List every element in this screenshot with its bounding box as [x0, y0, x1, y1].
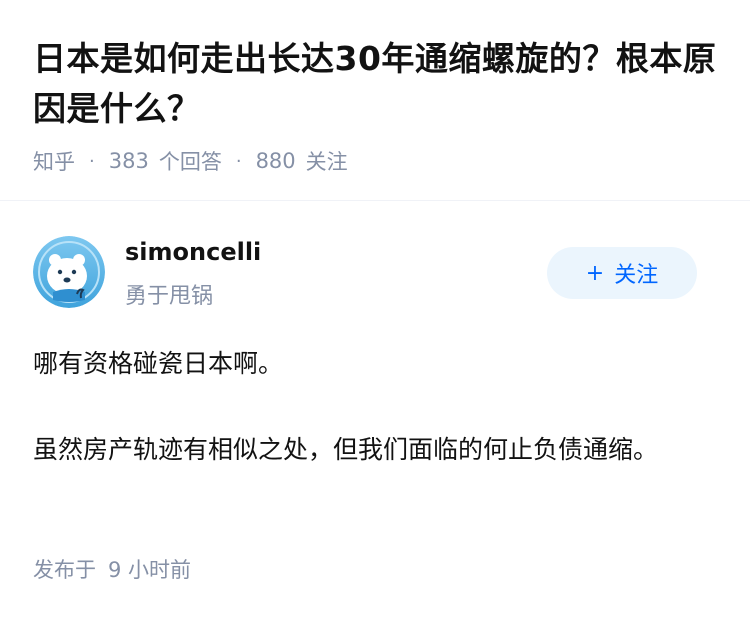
publish-time: 发布于 9 小时前 [33, 554, 191, 584]
separator-dot: · [235, 150, 242, 172]
followers-count: 880 [255, 149, 296, 173]
author-row: simoncelli 勇于甩锅 + 关注 [33, 236, 723, 316]
publish-time-value: 9 小时前 [108, 558, 192, 582]
answer-card: simoncelli 勇于甩锅 + 关注 哪有资格碰瓷日本啊。 虽然房产轨迹有相… [33, 236, 723, 512]
question-title[interactable]: 日本是如何走出长达30年通缩螺旋的？根本原因是什么？ [33, 34, 723, 134]
polar-bear-avatar-icon[interactable] [33, 236, 105, 308]
answer-paragraph: 哪有资格碰瓷日本啊。 [33, 349, 284, 378]
author-bio: 勇于甩锅 [125, 284, 214, 309]
author-name[interactable]: simoncelli [125, 238, 261, 266]
answer-paragraph: 虽然房产轨迹有相似之处，但我们面临的何止负债通缩。 [33, 435, 659, 464]
answers-count: 383 [108, 149, 149, 173]
publish-time-prefix: 发布于 [33, 558, 96, 582]
source-label[interactable]: 知乎 [33, 146, 75, 176]
follow-button[interactable]: + 关注 [547, 247, 697, 299]
question-meta: 知乎 · 383 个回答 · 880 关注 [33, 146, 723, 176]
question-header: 日本是如何走出长达30年通缩螺旋的？根本原因是什么？ 知乎 · 383 个回答 … [33, 34, 723, 176]
answer-content: 哪有资格碰瓷日本啊。 虽然房产轨迹有相似之处，但我们面临的何止负债通缩。 [33, 340, 723, 474]
follow-button-label: 关注 [614, 263, 659, 288]
followers-label[interactable]: 关注 [306, 146, 348, 176]
section-divider [0, 200, 750, 201]
plus-icon: + [585, 260, 605, 286]
separator-dot: · [89, 150, 95, 172]
answers-label[interactable]: 个回答 [159, 146, 222, 176]
